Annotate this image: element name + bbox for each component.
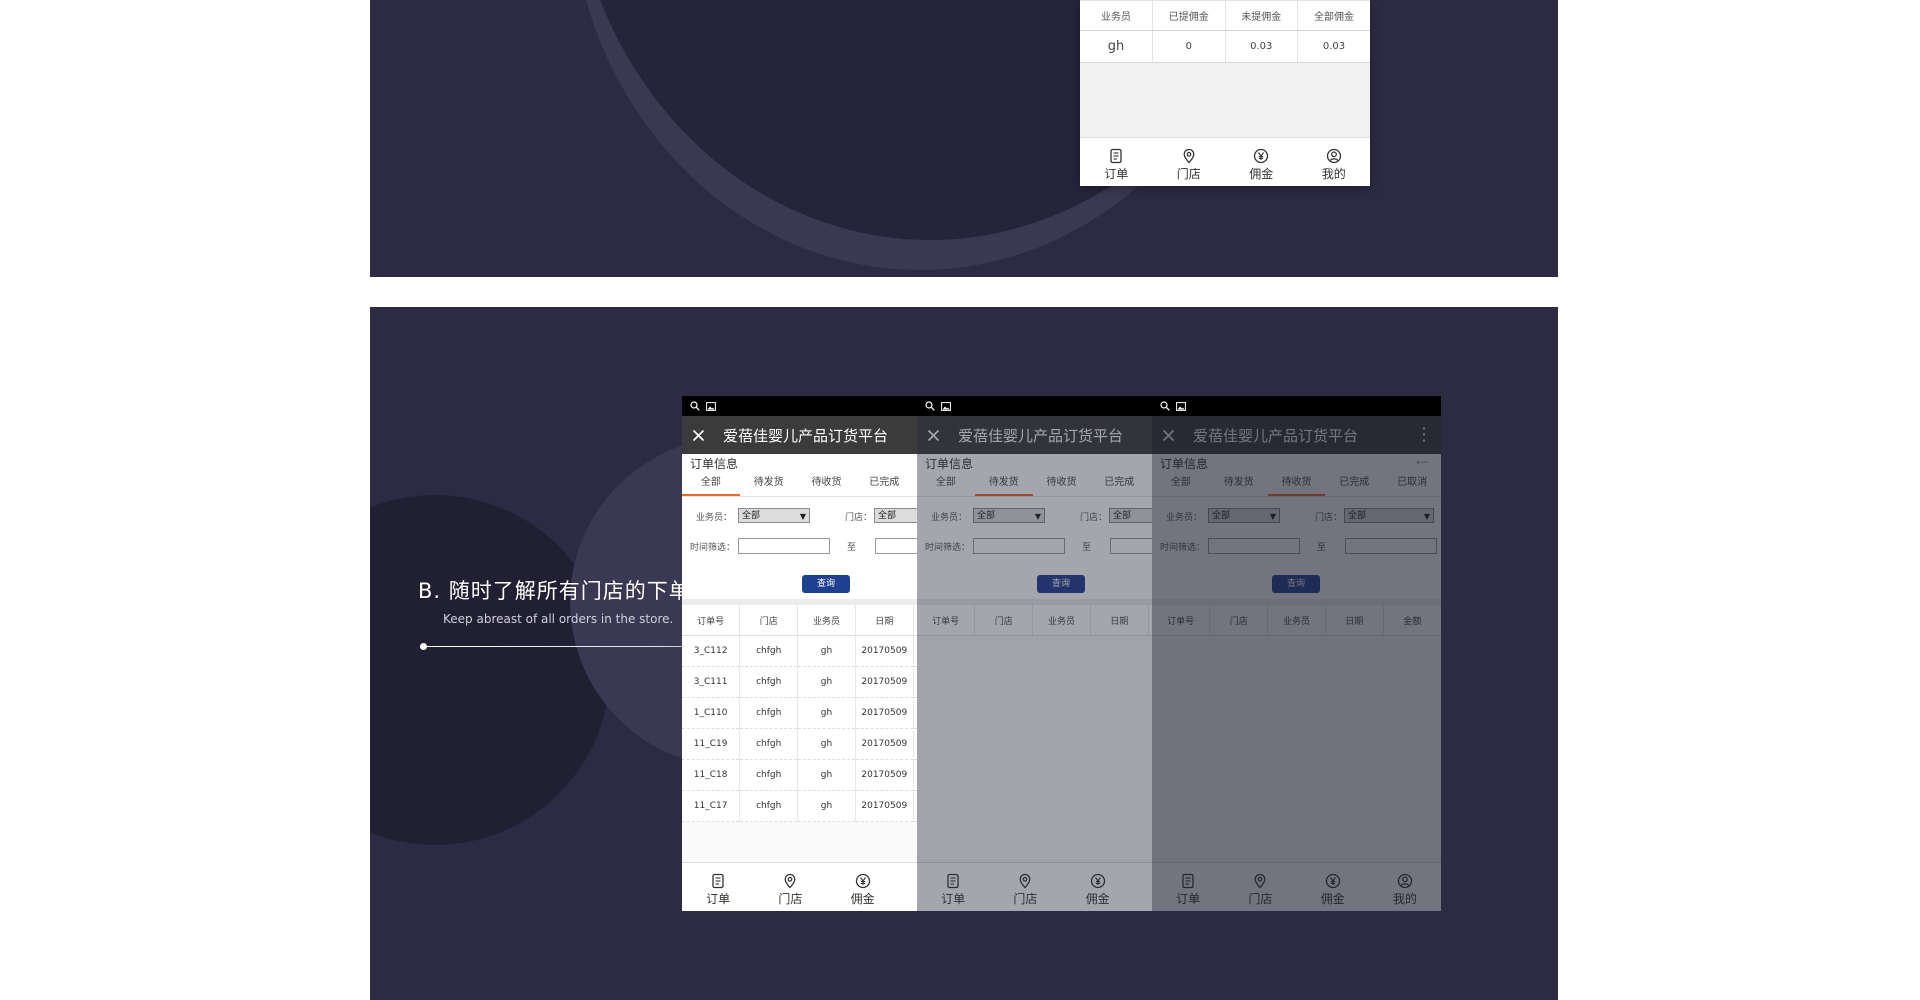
column-header: 业务员 — [1080, 0, 1153, 31]
tab-label: 订单 — [1104, 167, 1129, 181]
image-icon — [941, 401, 951, 411]
bottom-tab-bar: 订单 门店 佣金 我的 — [1080, 137, 1370, 186]
search-icon — [925, 401, 935, 411]
table-row: gh 0 0.03 0.03 — [1080, 30, 1370, 63]
commission-phone-screen: 业务员 已提佣金 未提佣金 全部佣金 gh 0 0.03 0.03 订单 门店 佣金… — [1080, 0, 1370, 186]
decorative-circle-dark — [370, 495, 610, 845]
search-icon — [690, 401, 700, 411]
tab-mine[interactable]: 我的 — [1298, 138, 1371, 186]
location-pin-icon — [1183, 148, 1195, 164]
tab-label: 佣金 — [1249, 167, 1274, 181]
table-cell: 0.03 — [1225, 30, 1298, 63]
yen-coin-icon — [1254, 148, 1269, 164]
table-cell: gh — [1080, 30, 1153, 63]
tab-order[interactable]: 订单 — [1080, 138, 1153, 186]
column-header: 全部佣金 — [1297, 0, 1370, 31]
tab-store[interactable]: 门店 — [1153, 138, 1226, 186]
image-icon — [1176, 401, 1186, 411]
user-icon — [1326, 148, 1341, 164]
tab-label: 门店 — [1176, 167, 1201, 181]
feature-subheading: Keep abreast of all orders in the store. — [443, 612, 674, 626]
screen-dim-overlay — [1152, 416, 1441, 911]
table-cell: 0.03 — [1297, 30, 1370, 63]
tab-commission[interactable]: 佣金 — [1225, 138, 1298, 186]
top-showcase-panel: 业务员 已提佣金 未提佣金 全部佣金 gh 0 0.03 0.03 订单 门店 佣金… — [370, 0, 1558, 277]
search-icon — [1160, 401, 1170, 411]
column-header: 未提佣金 — [1225, 0, 1298, 31]
table-cell: 0 — [1152, 30, 1226, 63]
status-bar — [1152, 396, 1441, 416]
image-icon — [706, 401, 716, 411]
order-phone-screen: 爱蓓佳婴儿产品订货平台 ⋮ 订单信息 ⟵ 全部待发货待收货已完成已取消 业务员：… — [1152, 396, 1441, 911]
divider-dot — [420, 643, 427, 650]
tab-label: 我的 — [1321, 167, 1346, 181]
order-icon — [1110, 148, 1122, 164]
commission-table-header: 业务员 已提佣金 未提佣金 全部佣金 — [1080, 0, 1370, 31]
bottom-showcase-panel: B. 随时了解所有门店的下单情况。 Keep abreast of all or… — [370, 307, 1558, 1000]
commission-table: 业务员 已提佣金 未提佣金 全部佣金 gh 0 0.03 0.03 — [1080, 0, 1370, 63]
column-header: 已提佣金 — [1152, 0, 1226, 31]
